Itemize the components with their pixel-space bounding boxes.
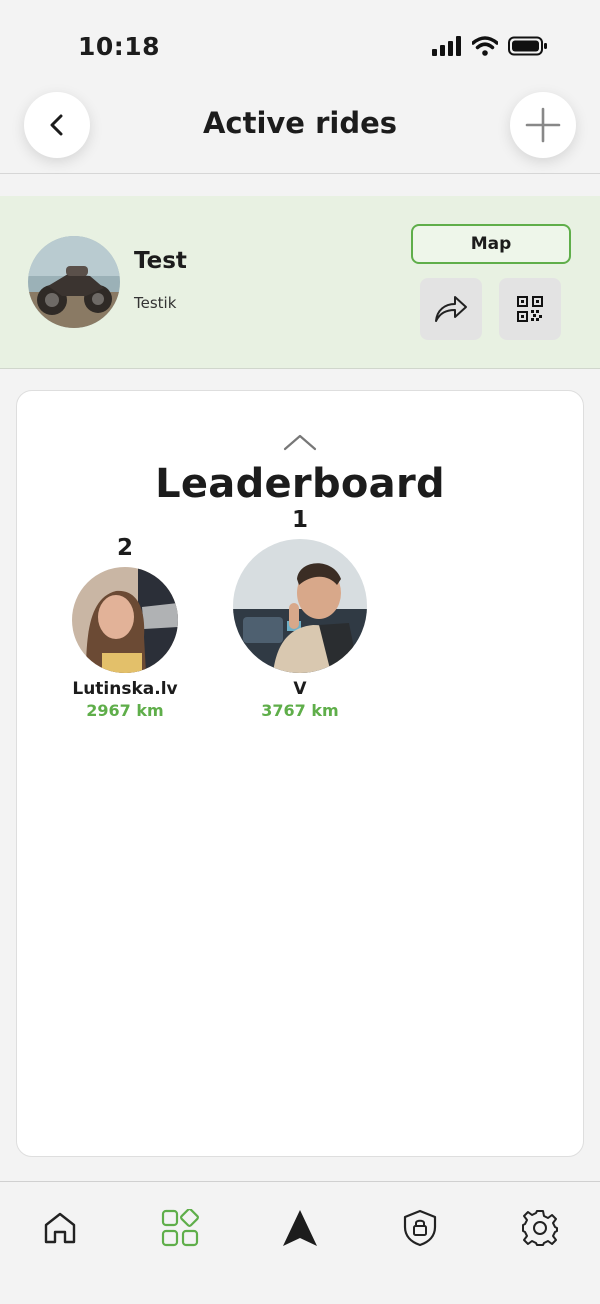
navigation-arrow-icon (283, 1210, 317, 1246)
nav-settings[interactable] (510, 1198, 570, 1258)
leader-distance: 3767 km (261, 701, 339, 720)
leader-distance: 2967 km (86, 701, 164, 720)
leader-second[interactable]: 2 Lutinska.lv 2967 km (45, 535, 205, 720)
header: Active rides (0, 90, 600, 174)
nav-navigate[interactable] (270, 1198, 330, 1258)
leader-avatar (72, 567, 178, 673)
qr-code-button[interactable] (499, 278, 561, 340)
leader-rank: 1 (291, 507, 308, 533)
status-bar: 10:18 (0, 0, 600, 90)
active-ride-card[interactable]: Test Testik Map (0, 196, 600, 369)
leader-rank: 2 (116, 535, 133, 561)
gear-icon (522, 1210, 558, 1246)
plus-icon (525, 107, 561, 143)
status-time: 10:18 (78, 32, 161, 61)
collapse-button[interactable] (283, 433, 317, 455)
ride-avatar (28, 236, 120, 328)
dashboard-icon (161, 1209, 199, 1247)
share-button[interactable] (420, 278, 482, 340)
share-arrow-icon (435, 296, 467, 322)
nav-security[interactable] (390, 1198, 450, 1258)
add-ride-button[interactable] (510, 92, 576, 158)
shield-lock-icon (403, 1209, 437, 1247)
ride-name: Test (134, 248, 187, 274)
signal-icon (432, 36, 461, 56)
home-icon (44, 1212, 76, 1244)
qr-code-icon (517, 296, 543, 322)
wifi-icon (472, 36, 498, 56)
ride-subtitle: Testik (134, 294, 177, 312)
status-icons (432, 36, 548, 56)
leaderboard-title: Leaderboard (155, 461, 445, 507)
leader-avatar (233, 539, 367, 673)
nav-home[interactable] (30, 1198, 90, 1258)
leaderboard-panel: Leaderboard 2 Lutinska.lv 2967 km 1 V 37… (16, 390, 584, 1157)
nav-dashboard[interactable] (150, 1198, 210, 1258)
leader-name: V (293, 679, 307, 699)
chevron-up-icon (283, 434, 317, 451)
battery-icon (508, 36, 547, 56)
bottom-nav (0, 1181, 600, 1304)
map-button[interactable]: Map (411, 224, 571, 264)
leader-first[interactable]: 1 V 3767 km (220, 507, 380, 720)
leader-name: Lutinska.lv (72, 679, 178, 699)
